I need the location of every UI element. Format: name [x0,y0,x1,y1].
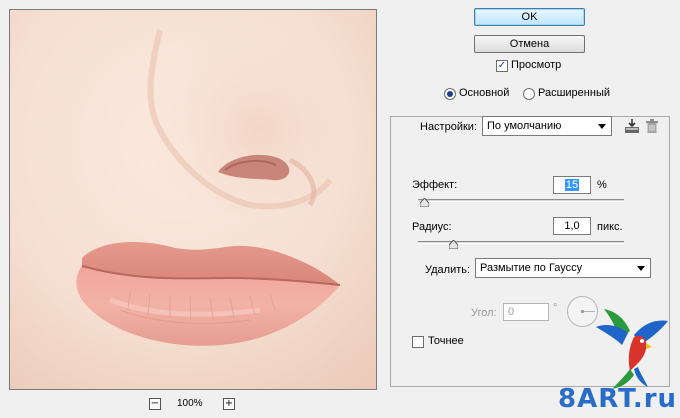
radius-label: Радиус: [412,221,452,233]
effect-slider-track[interactable] [418,199,624,202]
watermark-text: 8ART.ru [558,384,678,414]
mode-basic-label: Основной [459,87,510,99]
angle-unit: ° [553,302,558,314]
checkmark-icon: ✓ [497,60,507,71]
accurate-checkbox[interactable] [412,336,424,348]
mode-advanced-label: Расширенный [538,87,610,99]
preview-image[interactable] [9,9,377,390]
radius-slider-thumb[interactable] [448,239,459,250]
effect-value: 15 [564,179,580,191]
effect-label: Эффект: [412,179,458,191]
face-photo [10,10,376,389]
remove-label: Удалить: [425,264,471,276]
save-settings-icon[interactable] [623,117,641,135]
zoom-out-button[interactable]: − [149,398,161,410]
effect-slider-thumb[interactable] [419,197,430,208]
accurate-label: Точнее [428,335,464,347]
parrot-logo [594,309,672,391]
zoom-level: 100% [177,398,203,409]
cancel-button[interactable]: Отмена [474,35,585,53]
effect-unit: % [597,179,607,191]
settings-select-value: По умолчанию [487,120,562,132]
radius-unit: пикс. [597,221,623,233]
radio-selected-dot [447,91,453,97]
ok-button[interactable]: OK [474,8,585,26]
preview-label: Просмотр [511,59,562,71]
trash-icon[interactable] [645,118,659,134]
preview-checkbox[interactable]: ✓ [496,60,508,72]
mode-basic-radio[interactable] [444,88,456,100]
zoom-in-button[interactable]: + [223,398,235,410]
angle-input[interactable]: 0 [503,303,549,321]
radius-input[interactable]: 1,0 [553,217,591,235]
remove-select-value: Размытие по Гауссу [480,262,583,274]
chevron-down-icon [598,124,606,129]
settings-select[interactable]: По умолчанию [482,116,612,136]
effect-input[interactable]: 15 [553,176,591,194]
remove-select[interactable]: Размытие по Гауссу [475,258,651,278]
angle-label: Угол: [471,307,497,319]
chevron-down-icon [637,266,645,271]
mode-advanced-radio[interactable] [523,88,535,100]
settings-label: Настройки: [420,121,477,133]
